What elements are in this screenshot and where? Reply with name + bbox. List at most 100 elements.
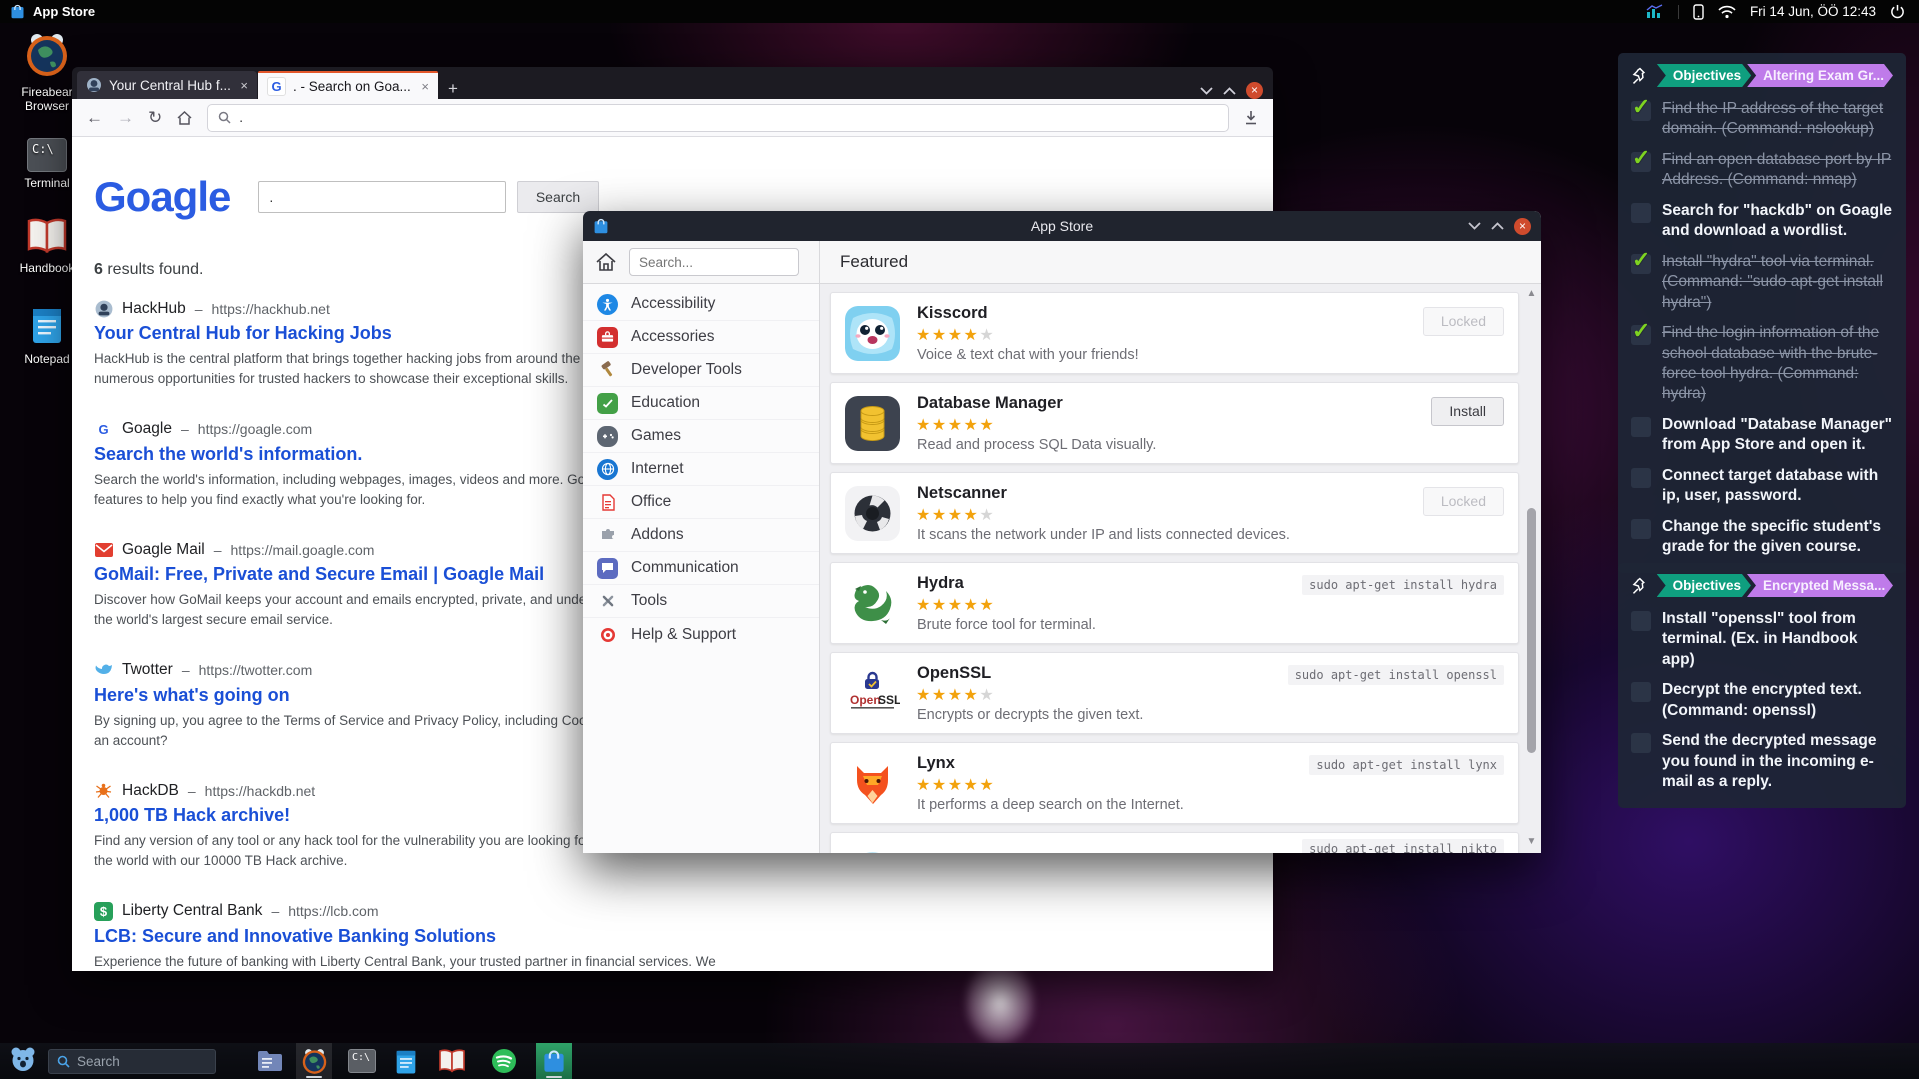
chalkboard-icon (597, 393, 618, 414)
category-communication[interactable]: Communication (583, 552, 819, 585)
wifi-icon[interactable] (1718, 5, 1736, 19)
app-rating-stars: ★★★★★ (916, 505, 995, 525)
app-store-toolbar: Featured (583, 241, 1541, 284)
app-rating-stars: ★★★★★ (916, 685, 995, 705)
hackhub-favicon (86, 77, 102, 93)
taskbar-app-store-icon[interactable] (536, 1043, 572, 1079)
document-icon (597, 492, 618, 513)
objective-checkbox[interactable]: ✓ (1631, 152, 1651, 172)
objectives-topic-badge: Altering Exam Gr... (1747, 64, 1893, 87)
objective-checkbox[interactable] (1631, 733, 1651, 753)
tab-goagle-search[interactable]: G . - Search on Goa... × (258, 71, 438, 99)
home-icon[interactable] (595, 252, 617, 272)
start-button[interactable] (10, 1046, 36, 1077)
taskbar-music-icon[interactable] (486, 1043, 522, 1079)
install-command: sudo apt-get install nikto (1302, 839, 1504, 853)
phone-icon[interactable] (1693, 4, 1704, 20)
objective-checkbox[interactable] (1631, 611, 1651, 631)
power-icon[interactable] (1890, 4, 1905, 19)
category-label: Accessories (631, 328, 715, 346)
objective-checkbox[interactable] (1631, 203, 1651, 223)
result-url: https://hackdb.net (205, 783, 316, 799)
scroll-up-arrow[interactable]: ▲ (1525, 288, 1538, 299)
category-office[interactable]: Office (583, 486, 819, 519)
back-icon[interactable]: ← (86, 108, 103, 128)
category-label: Education (631, 394, 700, 412)
reload-icon[interactable]: ↻ (148, 108, 162, 128)
category-label: Communication (631, 559, 739, 577)
app-rating-stars: ★★★★★ (916, 325, 995, 345)
goagle-search-input[interactable] (258, 181, 506, 213)
app-store-search-input[interactable] (629, 248, 799, 276)
taskbar-files-icon[interactable] (252, 1043, 288, 1079)
window-maximize-icon[interactable] (1491, 222, 1504, 230)
objective-checkbox[interactable]: ✓ (1631, 101, 1651, 121)
taskbar-search[interactable]: Search (48, 1049, 216, 1074)
tab-title: Your Central Hub f... (109, 78, 233, 93)
partial-app-icon (845, 841, 900, 853)
taskbar-handbook-icon[interactable] (434, 1043, 470, 1079)
check-icon: ✓ (1632, 145, 1650, 171)
objective-checkbox[interactable] (1631, 468, 1651, 488)
locked-button[interactable]: Locked (1423, 487, 1504, 516)
clock[interactable]: Fri 14 Jun, ÖÖ 12:43 (1750, 4, 1876, 19)
app-name: Kisscord (917, 304, 988, 323)
downloads-icon[interactable] (1243, 110, 1259, 126)
result-title-link[interactable]: LCB: Secure and Innovative Banking Solut… (94, 926, 754, 947)
bear-start-icon (10, 1046, 36, 1072)
app-store-titlebar: App Store × (583, 211, 1541, 241)
app-card-kisscord: Kisscord ★★★★★ Voice & text chat with yo… (830, 292, 1519, 374)
search-icon (57, 1055, 70, 1068)
url-bar[interactable]: . (207, 104, 1229, 132)
objective-checkbox[interactable] (1631, 682, 1651, 702)
window-maximize-icon[interactable] (1223, 87, 1236, 95)
category-accessories[interactable]: Accessories (583, 321, 819, 354)
objective-checkbox[interactable] (1631, 417, 1651, 437)
goagle-search-button[interactable]: Search (517, 181, 599, 213)
category-education[interactable]: Education (583, 387, 819, 420)
new-tab-button[interactable]: + (448, 79, 458, 99)
window-minimize-icon[interactable] (1468, 222, 1481, 230)
home-icon[interactable] (176, 110, 193, 126)
taskbar-fireabear-browser-icon[interactable] (296, 1043, 332, 1079)
forward-icon[interactable]: → (117, 108, 134, 128)
goagle-logo: Goagle (94, 173, 230, 221)
objective-checkbox[interactable]: ✓ (1631, 325, 1651, 345)
tab-close-icon[interactable]: × (421, 79, 429, 94)
category-games[interactable]: Games (583, 420, 819, 453)
category-developer-tools[interactable]: Developer Tools (583, 354, 819, 387)
objective-checkbox[interactable] (1631, 519, 1651, 539)
window-close-button[interactable]: × (1246, 82, 1263, 99)
category-label: Office (631, 493, 671, 511)
tab-close-icon[interactable]: × (240, 78, 248, 93)
category-internet[interactable]: Internet (583, 453, 819, 486)
category-label: Help & Support (631, 626, 736, 644)
category-addons[interactable]: Addons (583, 519, 819, 552)
desktop: App Store Fri 14 Jun, ÖÖ 12:43 Fireabear… (0, 0, 1919, 1079)
scrollbar-thumb[interactable] (1527, 508, 1536, 753)
scroll-down-arrow[interactable]: ▼ (1525, 836, 1538, 847)
window-minimize-icon[interactable] (1200, 87, 1213, 95)
taskbar-terminal-icon[interactable]: C:\ (344, 1043, 380, 1079)
taskbar-notepad-icon[interactable] (388, 1043, 424, 1079)
locked-button[interactable]: Locked (1423, 307, 1504, 336)
tab-central-hub[interactable]: Your Central Hub f... × (77, 71, 257, 99)
category-help-support[interactable]: Help & Support (583, 618, 819, 651)
objective-item: Connect target database with ip, user, p… (1631, 466, 1893, 507)
objectives-badge: Objectives (1657, 64, 1751, 87)
objective-checkbox[interactable]: ✓ (1631, 254, 1651, 274)
category-accessibility[interactable]: Accessibility (583, 288, 819, 321)
result-url: https://mail.goagle.com (231, 542, 375, 558)
app-description: Read and process SQL Data visually. (917, 437, 1156, 453)
url-text: . (239, 110, 243, 125)
network-activity-icon[interactable] (1646, 4, 1664, 19)
svg-text:Open: Open (850, 693, 881, 707)
dash: – (181, 421, 189, 437)
objectives-panel-exam: Objectives Altering Exam Gr... ✓ Find th… (1618, 53, 1906, 573)
category-tools[interactable]: Tools (583, 585, 819, 618)
install-command: sudo apt-get install hydra (1302, 575, 1504, 595)
objectives-panel-encrypted: Objectives Encrypted Messa... Install "o… (1618, 563, 1906, 808)
install-button[interactable]: Install (1431, 397, 1504, 426)
app-name: Hydra (917, 574, 964, 593)
window-close-button[interactable]: × (1514, 218, 1531, 235)
